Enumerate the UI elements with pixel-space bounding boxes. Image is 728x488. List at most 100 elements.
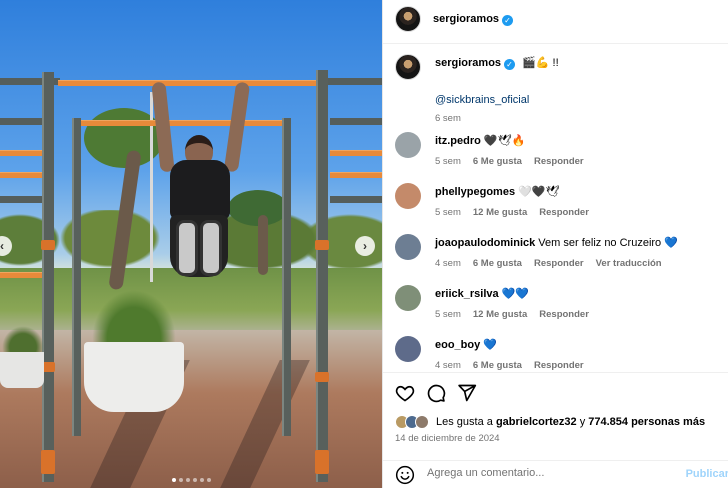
rig-bar (330, 172, 382, 178)
rig-clamp (315, 450, 329, 474)
rig-post (316, 70, 328, 482)
comment-username[interactable]: phellypegomes (435, 186, 515, 198)
athlete-arm (223, 81, 251, 173)
rig-top-bar (322, 78, 382, 85)
chevron-right-icon[interactable]: › (355, 236, 375, 256)
caption: sergioramos ✓ 🎬💪 !! @sickbrains_oficial 6… (395, 54, 725, 124)
pullup-bar (58, 80, 320, 86)
comment-text: 🖤🕊🔥 (483, 135, 526, 147)
commenter-avatar[interactable] (395, 285, 421, 311)
comment-likes[interactable]: 12 Me gusta (473, 309, 527, 320)
comment-username[interactable]: itz.pedro (435, 135, 481, 147)
share-icon[interactable] (457, 383, 477, 403)
comment-item: phellypegomes 🤍🖤🕊 5 sem 12 Me gusta Respon… (395, 183, 725, 229)
commenter-avatar[interactable] (395, 234, 421, 260)
caption-mention[interactable]: @sickbrains_oficial (435, 93, 529, 108)
likes-first-user[interactable]: gabrielcortez32 (496, 416, 577, 428)
reply-button[interactable]: Responder (534, 360, 584, 371)
athlete-shoe (200, 220, 222, 276)
comment-icon[interactable] (426, 383, 446, 403)
caption-line: sergioramos ✓ 🎬💪 !! (435, 56, 559, 71)
likes-connector: y (579, 416, 586, 428)
comment-likes[interactable]: 6 Me gusta (473, 156, 522, 167)
comment-meta: 4 sem 6 Me gusta Responder Ver traducción (435, 258, 674, 269)
comment-line: phellypegomes 🤍🖤🕊 (435, 185, 560, 200)
caption-time: 6 sem (435, 113, 473, 124)
comment-likes[interactable]: 12 Me gusta (473, 207, 527, 218)
caption-username[interactable]: sergioramos (435, 57, 501, 69)
author-avatar[interactable] (395, 54, 421, 80)
verified-icon: ✓ (502, 15, 514, 26)
author-avatar[interactable] (395, 6, 421, 32)
comment-time[interactable]: 5 sem (435, 207, 461, 218)
athlete-shoe (176, 220, 198, 276)
comment-likes[interactable]: 6 Me gusta (473, 258, 522, 269)
rig-bar (330, 196, 382, 203)
comment-meta: 4 sem 6 Me gusta Responder (435, 360, 596, 371)
comment-username[interactable]: eriick_rsilva (435, 288, 499, 300)
post-comment-button[interactable]: Publicar (686, 468, 728, 480)
tree-trunk (258, 215, 268, 275)
rig-post (72, 118, 81, 436)
commenter-avatar[interactable] (395, 336, 421, 362)
comment-line: joaopaulodominick Vem ser feliz no Cruze… (435, 236, 678, 251)
comment-username[interactable]: eoo_boy (435, 339, 480, 351)
reply-button[interactable]: Responder (534, 258, 584, 269)
post-actions: Les gusta a gabrielcortez32 y 774.854 pe… (383, 372, 728, 460)
caption-time-text[interactable]: 6 sem (435, 113, 461, 124)
comment-input[interactable] (427, 467, 677, 479)
rig-bar (0, 196, 44, 203)
comment-time[interactable]: 4 sem (435, 360, 461, 371)
carousel-dots (0, 478, 382, 482)
comment-text: 💙 (483, 339, 497, 351)
likes-prefix: Les gusta a (436, 416, 493, 428)
comment-likes[interactable]: 6 Me gusta (473, 360, 522, 371)
heart-icon[interactable] (395, 383, 415, 403)
likes-count[interactable]: 774.854 personas más (588, 416, 705, 428)
planter (0, 352, 44, 388)
rig-clamp (41, 450, 55, 474)
comment-time[interactable]: 5 sem (435, 309, 461, 320)
post-media[interactable]: ‹ › (0, 0, 382, 488)
reply-button[interactable]: Responder (534, 156, 584, 167)
comments-scroll[interactable]: sergioramos ✓ 🎬💪 !! @sickbrains_oficial 6… (383, 44, 728, 372)
reply-button[interactable]: Responder (539, 309, 589, 320)
comment-line: itz.pedro 🖤🕊🔥 (435, 134, 525, 149)
likes-text: Les gusta a gabrielcortez32 y 774.854 pe… (436, 416, 705, 428)
post-panel: sergioramos ✓ sergioramos ✓ 🎬💪 !! @sickbra… (382, 0, 728, 488)
author-name-row: sergioramos ✓ (433, 13, 514, 26)
comment-time[interactable]: 4 sem (435, 258, 461, 269)
comment-time[interactable]: 5 sem (435, 156, 461, 167)
carousel-dot (178, 478, 183, 482)
author-username[interactable]: sergioramos (433, 13, 499, 25)
rig-bar (0, 172, 44, 178)
comment-composer: Publicar (383, 460, 728, 488)
carousel-dot (185, 478, 190, 482)
translate-button[interactable]: Ver traducción (596, 258, 662, 269)
rig-post (282, 118, 291, 436)
comment-text: 🤍🖤🕊 (518, 186, 560, 198)
carousel-dot (192, 478, 197, 482)
rig-clamp (315, 372, 329, 382)
plant (92, 290, 176, 350)
carousel-dot (206, 478, 211, 482)
caption-emojis: 🎬💪 !! (522, 57, 559, 69)
comment-line: eriick_rsilva 💙💙 (435, 287, 529, 302)
comment-item: eriick_rsilva 💙💙 5 sem 12 Me gusta Respond… (395, 285, 725, 331)
post-date[interactable]: 14 de diciembre de 2024 (395, 433, 500, 444)
rig-bar (0, 118, 44, 125)
commenter-avatar[interactable] (395, 132, 421, 158)
smiley-icon[interactable] (395, 465, 415, 485)
comment-item: joaopaulodominick Vem ser feliz no Cruze… (395, 234, 725, 280)
reply-button[interactable]: Responder (539, 207, 589, 218)
rig-clamp (41, 240, 55, 250)
comment-username[interactable]: joaopaulodominick (435, 237, 535, 249)
comment-item: eoo_boy 💙 4 sem 6 Me gusta Responder (395, 336, 725, 372)
comment-meta: 5 sem 12 Me gusta Responder (435, 207, 601, 218)
rig-bar (80, 120, 288, 126)
comment-meta: 5 sem 6 Me gusta Responder (435, 156, 596, 167)
rig-post (42, 72, 54, 482)
rig-bar (0, 150, 44, 156)
comment-text: 💙💙 (501, 288, 530, 300)
commenter-avatar[interactable] (395, 183, 421, 209)
